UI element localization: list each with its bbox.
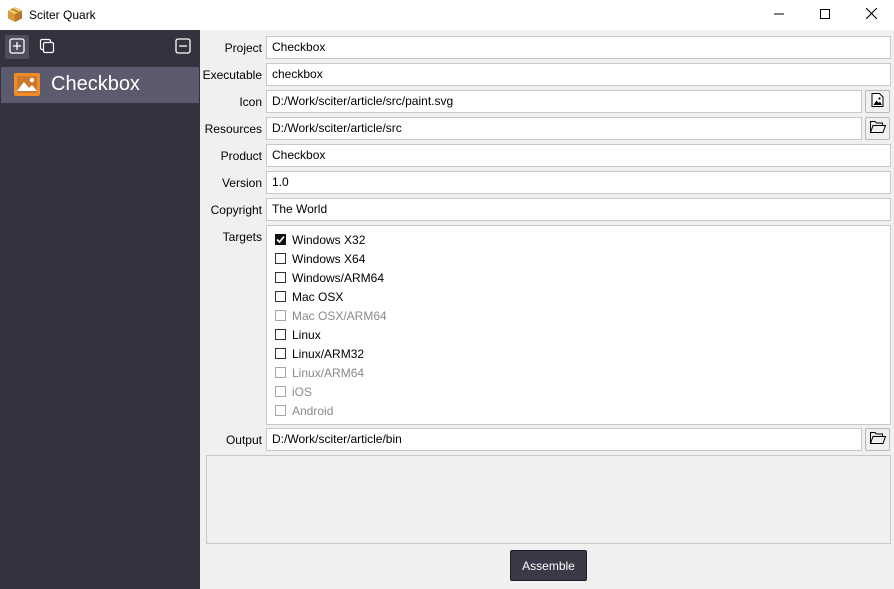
remove-project-icon [175,37,191,57]
checkbox-disabled [275,405,286,416]
executable-label: Executable [202,68,262,82]
target-mac-osx[interactable]: Mac OSX [275,288,343,305]
target-label: Windows X64 [292,251,366,266]
copyright-label: Copyright [210,203,262,217]
project-list-item[interactable]: Checkbox [1,67,199,103]
icon-path-field[interactable]: D:/Work/sciter/article/src/paint.svg [266,90,862,113]
title-bar: Sciter Quark [0,0,894,30]
target-windows-arm64[interactable]: Windows/ARM64 [275,269,384,286]
close-button[interactable] [848,0,894,30]
folder-open-icon [869,121,886,136]
target-label: Mac OSX [292,289,344,304]
target-label: Android [292,403,334,418]
checkbox-checked[interactable] [275,234,286,245]
close-icon [865,7,877,22]
resources-label: Resources [204,122,262,136]
browse-resources-button[interactable] [865,117,890,140]
target-linux-arm64: Linux/ARM64 [275,364,364,381]
project-field[interactable]: Checkbox [266,36,891,59]
output-path-field[interactable]: D:/Work/sciter/article/bin [266,428,862,451]
checkbox[interactable] [275,348,286,359]
clone-project-icon [39,38,55,57]
target-label: Windows/ARM64 [292,270,385,285]
project-list-item-label: Checkbox [51,73,140,95]
maximize-button[interactable] [802,0,848,30]
target-linux[interactable]: Linux [275,326,321,343]
project-label: Project [224,41,262,55]
checkbox-disabled [275,367,286,378]
product-field[interactable]: Checkbox [266,144,891,167]
window-title: Sciter Quark [29,8,96,22]
product-label: Product [220,149,262,163]
minimize-icon [774,8,784,22]
checkbox[interactable] [275,253,286,264]
checkbox[interactable] [275,272,286,283]
checkbox-disabled [275,310,286,321]
browse-output-button[interactable] [865,428,890,451]
target-label: Linux [292,327,321,342]
image-file-icon [871,93,884,110]
target-label: Linux/ARM64 [292,365,365,380]
output-label: Output [225,433,262,447]
icon-label: Icon [239,95,262,109]
build-log-panel[interactable] [206,455,891,544]
assemble-button[interactable]: Assemble [510,550,587,581]
checkbox[interactable] [275,291,286,302]
clone-project-button[interactable] [35,35,59,59]
copyright-field[interactable]: The World [266,198,891,221]
add-project-button[interactable] [5,35,29,59]
folder-open-icon [869,432,886,447]
checkbox[interactable] [275,329,286,340]
targets-list: Windows X32 Windows X64 Windows/ARM64 Ma… [266,225,891,425]
add-project-icon [9,37,25,57]
project-sidebar: Checkbox [0,30,200,589]
remove-project-button[interactable] [171,35,195,59]
sidebar-toolbar [0,30,200,64]
version-field[interactable]: 1.0 [266,171,891,194]
target-label: Mac OSX/ARM64 [292,308,387,323]
minimize-button[interactable] [756,0,802,30]
project-form: Project Checkbox Executable checkbox Ico… [200,30,894,589]
target-label: Windows X32 [292,232,366,247]
version-label: Version [221,176,262,190]
target-linux-arm32[interactable]: Linux/ARM32 [275,345,364,362]
target-ios: iOS [275,383,312,400]
target-mac-osx-arm64: Mac OSX/ARM64 [275,307,387,324]
targets-label: Targets [222,230,262,244]
maximize-icon [820,8,830,22]
browse-icon-button[interactable] [865,90,890,113]
target-android: Android [275,402,333,419]
target-windows-x32[interactable]: Windows X32 [275,231,365,248]
image-icon [14,73,40,96]
executable-field[interactable]: checkbox [266,63,891,86]
box-icon [8,7,22,22]
target-label: iOS [292,384,313,399]
target-label: Linux/ARM32 [292,346,365,361]
target-windows-x64[interactable]: Windows X64 [275,250,365,267]
checkbox-disabled [275,386,286,397]
resources-path-field[interactable]: D:/Work/sciter/article/src [266,117,862,140]
